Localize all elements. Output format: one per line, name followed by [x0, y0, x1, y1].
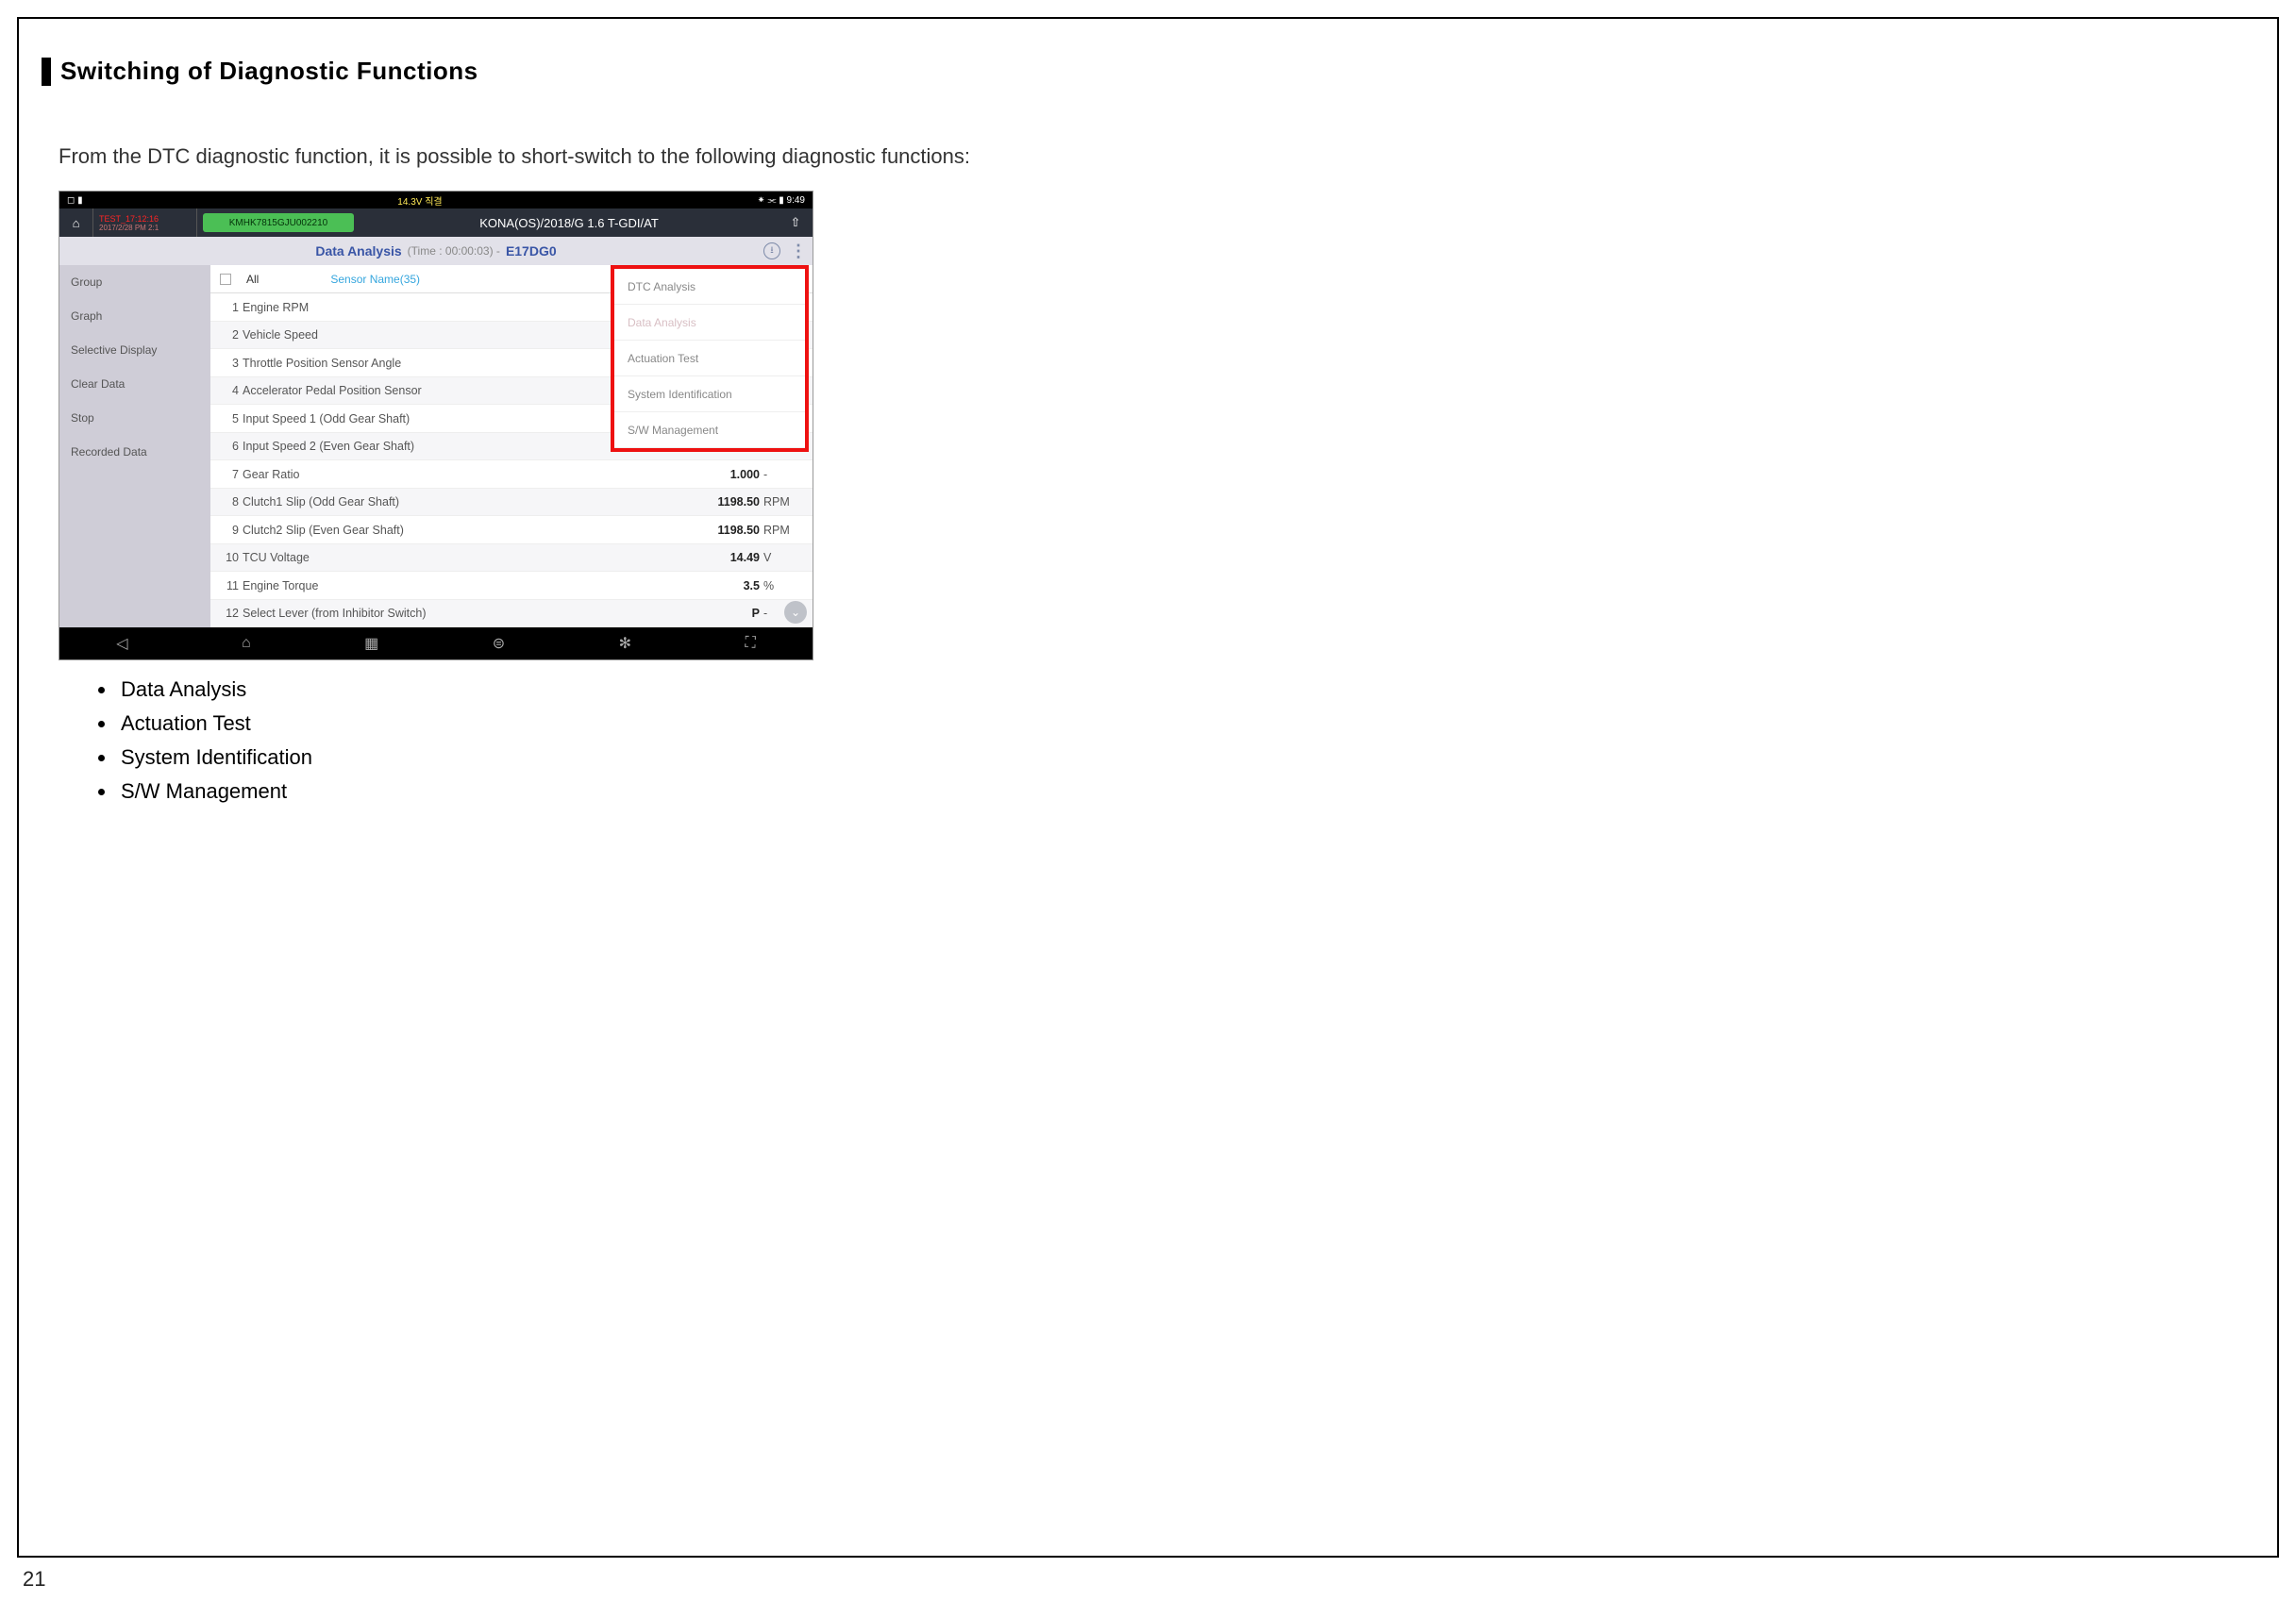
menu-item[interactable]: Data Analysis — [614, 305, 805, 341]
data-row[interactable]: 10 TCU Voltage14.49V — [210, 544, 813, 573]
row-unit: - — [763, 468, 801, 481]
bullet-item: System Identification — [117, 745, 2254, 770]
page-frame: Switching of Diagnostic Functions From t… — [17, 17, 2279, 1558]
sidebar-item[interactable]: Recorded Data — [59, 435, 210, 469]
expand-icon[interactable]: ⛶ — [746, 635, 756, 652]
row-sensor-name: Clutch1 Slip (Odd Gear Shaft) — [243, 495, 684, 509]
row-sensor-name: Gear Ratio — [243, 468, 684, 481]
row-index: 4 — [222, 384, 239, 397]
data-row[interactable]: 9 Clutch2 Slip (Even Gear Shaft)1198.50RP… — [210, 516, 813, 544]
test-session-line1: TEST_17:12:16 — [99, 214, 191, 224]
row-value: 14.49 — [684, 551, 763, 564]
menu-item[interactable]: S/W Management — [614, 412, 805, 448]
upload-icon[interactable]: ⇧ — [779, 215, 813, 230]
row-unit: RPM — [763, 495, 801, 509]
subheader-time: (Time : 00:00:03) - — [408, 244, 500, 258]
test-session-line2: 2017/2/28 PM 2:1 — [99, 224, 191, 232]
row-sensor-name: TCU Voltage — [243, 551, 684, 564]
test-session-badge[interactable]: TEST_17:12:16 2017/2/28 PM 2:1 — [93, 208, 197, 237]
row-unit: % — [763, 579, 801, 592]
function-bullet-list: Data Analysis Actuation Test System Identi… — [117, 677, 2254, 804]
back-icon[interactable]: ◁ — [116, 634, 127, 653]
analysis-subheader: Data Analysis (Time : 00:00:03) - E17DG0… — [59, 237, 813, 265]
row-index: 7 — [222, 468, 239, 481]
data-row[interactable]: 8 Clutch1 Slip (Odd Gear Shaft)1198.50RPM — [210, 489, 813, 517]
select-all-checkbox[interactable] — [220, 274, 231, 285]
sensor-name-header[interactable]: Sensor Name(35) — [330, 273, 420, 286]
screenshot-body: GroupGraphSelective DisplayClear DataSto… — [59, 265, 813, 627]
android-status-bar: ◻ ▮ 14.3V 직결 ⁕ ⫘ ▮ 9:49 — [59, 192, 813, 208]
filter-all-label[interactable]: All — [246, 273, 259, 286]
settings-icon[interactable]: ✻ — [619, 634, 631, 653]
row-sensor-name: Clutch2 Slip (Even Gear Shaft) — [243, 524, 684, 537]
row-sensor-name: Engine Torque — [243, 579, 684, 592]
row-index: 5 — [222, 412, 239, 425]
row-index: 6 — [222, 440, 239, 453]
subheader-code: E17DG0 — [506, 243, 557, 258]
data-row[interactable]: 11 Engine Torque3.5% — [210, 572, 813, 600]
bullet-item: Actuation Test — [117, 711, 2254, 736]
sidebar-item[interactable]: Selective Display — [59, 333, 210, 367]
data-row[interactable]: 12Select Lever (from Inhibitor Switch)P- — [210, 600, 813, 628]
sidebar-item[interactable]: Stop — [59, 401, 210, 435]
row-index: 9 — [222, 524, 239, 537]
android-nav-bar: ◁ ⌂ ▦ ⊜ ✻ ⛶ — [59, 627, 813, 659]
function-switch-menu: DTC AnalysisData AnalysisActuation TestS… — [611, 265, 809, 452]
vin-badge[interactable]: KMHK7815GJU002210 — [203, 213, 354, 232]
page-number: 21 — [23, 1567, 45, 1592]
row-unit: RPM — [763, 524, 801, 537]
row-value: P — [684, 607, 763, 620]
heading-text: Switching of Diagnostic Functions — [60, 57, 478, 86]
status-center: 14.3V 직결 — [397, 193, 442, 208]
row-index: 2 — [222, 328, 239, 342]
menu-item[interactable]: DTC Analysis — [614, 269, 805, 305]
row-sensor-name: Select Lever (from Inhibitor Switch) — [243, 607, 684, 620]
section-heading: Switching of Diagnostic Functions — [42, 57, 2254, 86]
bullet-item: S/W Management — [117, 779, 2254, 804]
analysis-sidebar: GroupGraphSelective DisplayClear DataSto… — [59, 265, 210, 627]
row-index: 8 — [222, 495, 239, 509]
row-value: 1198.50 — [684, 524, 763, 537]
sidebar-item[interactable]: Clear Data — [59, 367, 210, 401]
menu-item[interactable]: Actuation Test — [614, 341, 805, 376]
row-unit: V — [763, 551, 801, 564]
home-nav-icon[interactable]: ⌂ — [242, 635, 251, 652]
row-value: 1198.50 — [684, 495, 763, 509]
bullet-item: Data Analysis — [117, 677, 2254, 702]
row-value: 3.5 — [684, 579, 763, 592]
home-icon[interactable]: ⌂ — [59, 208, 93, 237]
sidebar-item[interactable]: Graph — [59, 299, 210, 333]
status-left: ◻ ▮ — [67, 195, 83, 206]
row-index: 12 — [222, 607, 239, 620]
apps-icon[interactable]: ▦ — [364, 634, 378, 653]
row-index: 11 — [222, 579, 239, 592]
intro-paragraph: From the DTC diagnostic function, it is … — [59, 139, 1304, 174]
app-title-bar: ⌂ TEST_17:12:16 2017/2/28 PM 2:1 KMHK781… — [59, 208, 813, 237]
row-value: 1.000 — [684, 468, 763, 481]
globe-icon[interactable]: ⊜ — [493, 634, 505, 653]
data-row[interactable]: 7 Gear Ratio1.000- — [210, 460, 813, 489]
row-index: 3 — [222, 357, 239, 370]
more-icon[interactable]: ⋮ — [790, 242, 805, 261]
subheader-title: Data Analysis — [315, 243, 401, 258]
row-index: 1 — [222, 301, 239, 314]
row-index: 10 — [222, 551, 239, 564]
device-screenshot: ◻ ▮ 14.3V 직결 ⁕ ⫘ ▮ 9:49 ⌂ TEST_17:12:16 … — [59, 191, 813, 660]
save-icon[interactable]: ⭳ — [763, 242, 780, 259]
menu-item[interactable]: System Identification — [614, 376, 805, 412]
sidebar-item[interactable]: Group — [59, 265, 210, 299]
status-right: ⁕ ⫘ ▮ 9:49 — [757, 195, 805, 206]
vehicle-label: KONA(OS)/2018/G 1.6 T-GDI/AT — [360, 216, 779, 230]
heading-marker — [42, 58, 51, 86]
